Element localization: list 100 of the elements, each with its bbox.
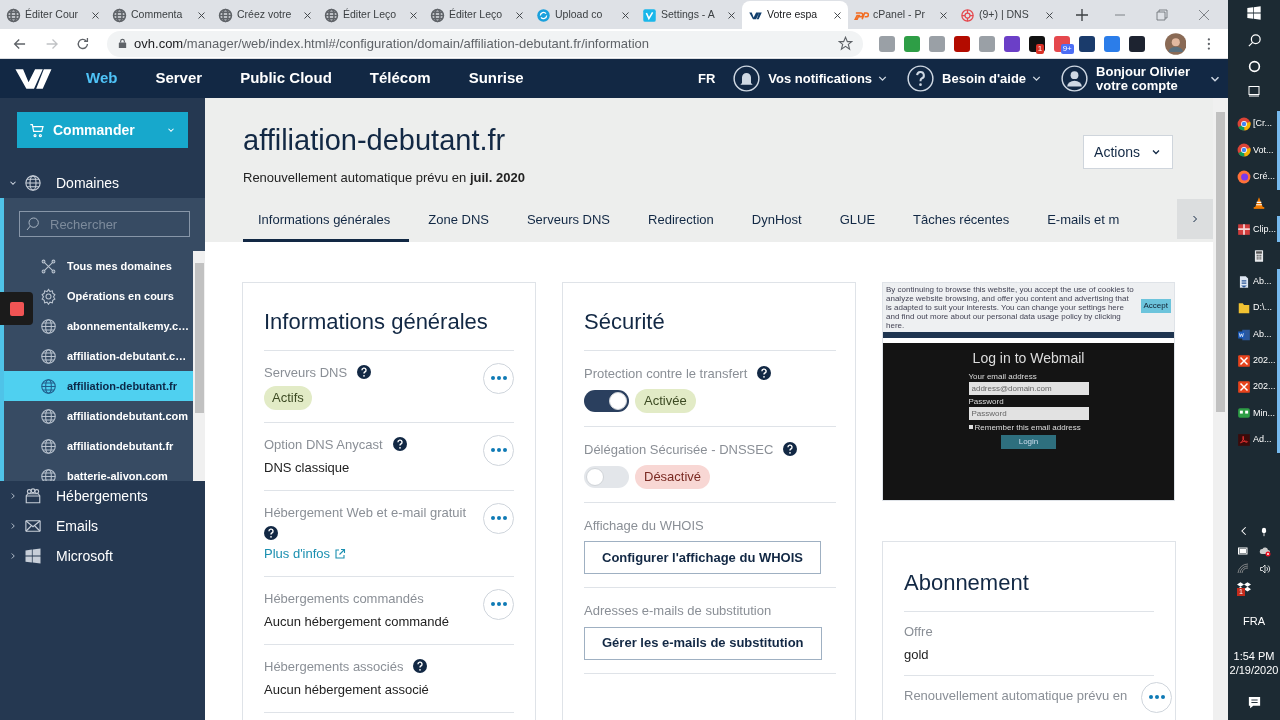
close-icon[interactable] (409, 10, 418, 20)
tab[interactable]: Informations générales (243, 201, 410, 242)
browser-tab[interactable]: Éditer Leço (424, 1, 530, 29)
email-field[interactable]: address@domain.com (968, 381, 1089, 395)
sidebar-section[interactable]: Emails (0, 511, 205, 541)
sidebar-section[interactable]: Microsoft (0, 541, 205, 571)
sidebar-item[interactable]: affiliationdebutant.fr (4, 431, 193, 461)
close-icon[interactable] (515, 10, 524, 20)
close-icon[interactable] (833, 10, 842, 20)
recorder-toast[interactable] (0, 292, 33, 325)
more-options-button[interactable] (483, 588, 514, 620)
avatar-icon[interactable] (1164, 32, 1187, 55)
browser-tab[interactable]: Upload co (530, 1, 636, 29)
tab[interactable]: Tâches récentes (894, 201, 1029, 242)
taskbar-app[interactable]: [Cr... (1228, 111, 1280, 138)
browser-tab[interactable]: Éditer Cour (0, 1, 106, 29)
browser-tab[interactable]: Settings - A (636, 1, 742, 29)
clock[interactable]: 1:54 PM 2/19/2020 (1229, 649, 1279, 677)
taskbar-app[interactable]: 202... (1228, 373, 1280, 401)
extension-icon[interactable] (1078, 35, 1095, 52)
close-icon[interactable] (939, 10, 948, 20)
help-icon[interactable] (757, 366, 772, 381)
sidebar-section[interactable]: Hébergements (0, 481, 205, 511)
accept-button[interactable]: Accept (1140, 298, 1171, 313)
taskbar-app[interactable]: Clip... (1228, 216, 1280, 243)
help-icon[interactable] (264, 526, 278, 540)
sidebar-item[interactable]: affiliation-debutant.fr (4, 371, 193, 401)
close-icon[interactable] (727, 10, 736, 20)
tab[interactable]: Redirection (629, 201, 733, 242)
scrollbar[interactable] (193, 251, 205, 481)
sidebar-section[interactable]: Domaines (0, 168, 205, 198)
tab[interactable]: DynHost (732, 201, 821, 242)
browser-tab[interactable]: (9+) | DNS (954, 1, 1060, 29)
tab[interactable]: E-mails et m (1028, 201, 1120, 242)
toggle-switch[interactable] (584, 465, 629, 488)
new-tab-icon[interactable] (1074, 7, 1090, 23)
taskbar-app[interactable]: Ab... (1228, 268, 1280, 296)
help-icon[interactable] (392, 437, 407, 452)
speaker-icon[interactable] (1258, 562, 1272, 575)
nav-link[interactable]: Sunrise (468, 67, 524, 90)
more-options-button[interactable] (483, 434, 514, 466)
notification-center-icon[interactable] (1246, 695, 1262, 710)
sidebar-item[interactable]: affiliationdebutant.com (4, 401, 193, 431)
logo-icon[interactable] (14, 66, 54, 91)
browser-tab[interactable]: Commenta (106, 1, 212, 29)
help-icon[interactable] (413, 659, 428, 674)
checkbox[interactable] (968, 425, 973, 429)
action-button[interactable]: Configurer l'affichage du WHOIS (584, 541, 821, 574)
sidebar-item[interactable]: Opérations en cours (4, 281, 193, 311)
star-icon[interactable] (837, 36, 853, 51)
scrollbar[interactable] (1213, 98, 1228, 720)
help-icon[interactable] (783, 442, 798, 457)
taskbar-app[interactable]: D:\... (1228, 295, 1280, 322)
chevron-left-icon[interactable] (1239, 524, 1249, 537)
close-icon[interactable] (91, 10, 100, 20)
sidebar-item[interactable]: Tous mes domaines (4, 251, 193, 281)
browser-tab[interactable]: Éditer Leço (318, 1, 424, 29)
taskbar-app[interactable]: 202... (1228, 347, 1280, 374)
battery-icon[interactable] (1236, 544, 1250, 557)
browser-tab[interactable]: Votre espa (742, 1, 848, 29)
extension-icon[interactable] (1003, 35, 1020, 52)
tab[interactable]: Zone DNS (409, 201, 508, 242)
tab[interactable]: GLUE (820, 201, 895, 242)
action-button[interactable]: Gérer les e-mails de substitution (584, 626, 822, 660)
search-field[interactable]: Rechercher (19, 211, 190, 237)
taskbar-app[interactable]: Cré... (1228, 163, 1280, 190)
notifications-button[interactable]: Vos notifications (733, 65, 890, 92)
windows-icon[interactable] (1246, 5, 1262, 21)
sidebar-item[interactable]: batterie-alivon.com (4, 461, 193, 481)
tab[interactable]: Serveurs DNS (507, 201, 630, 242)
address-bar[interactable]: ovh.com/manager/web/index.html#/configuration/domain/affiliation-debutant.fr/information (107, 30, 863, 57)
help-button[interactable]: Besoin d'aide (907, 65, 1044, 92)
nav-link[interactable]: Télécom (369, 67, 431, 90)
taskbar-app[interactable]: Ad... (1228, 426, 1280, 453)
browser-tab[interactable]: Créez votre (212, 1, 318, 29)
circle-icon[interactable] (1247, 60, 1261, 73)
nav-link[interactable]: Public Cloud (240, 67, 332, 90)
language-selector[interactable]: FR (698, 68, 716, 89)
close-icon[interactable] (621, 10, 630, 20)
task-view-icon[interactable] (1247, 85, 1261, 97)
taskbar-app[interactable]: Min... (1228, 400, 1280, 427)
search-icon[interactable] (1246, 33, 1262, 48)
close-icon[interactable] (1045, 10, 1054, 20)
actions-button[interactable]: Actions (1083, 135, 1173, 169)
browser-tab[interactable]: cPanel - Pr (848, 1, 954, 29)
wifi-icon[interactable] (1236, 562, 1250, 575)
extension-icon[interactable] (1128, 35, 1145, 52)
extension-icon[interactable] (953, 35, 970, 52)
nav-link[interactable]: Server (155, 67, 203, 90)
close-icon[interactable] (303, 10, 312, 20)
more-options-button[interactable] (483, 362, 514, 394)
more-info-link[interactable]: Plus d'infos (264, 544, 483, 564)
more-options-button[interactable] (483, 502, 514, 534)
input-language[interactable]: FRA (1243, 612, 1265, 629)
help-icon[interactable] (357, 365, 372, 380)
close-icon[interactable] (197, 10, 206, 20)
toggle-switch[interactable] (584, 389, 629, 412)
sidebar-item[interactable]: affiliation-debutant.c… (4, 341, 193, 371)
login-button[interactable]: Login (1001, 434, 1056, 449)
taskbar-app[interactable]: Vot... (1228, 137, 1280, 164)
